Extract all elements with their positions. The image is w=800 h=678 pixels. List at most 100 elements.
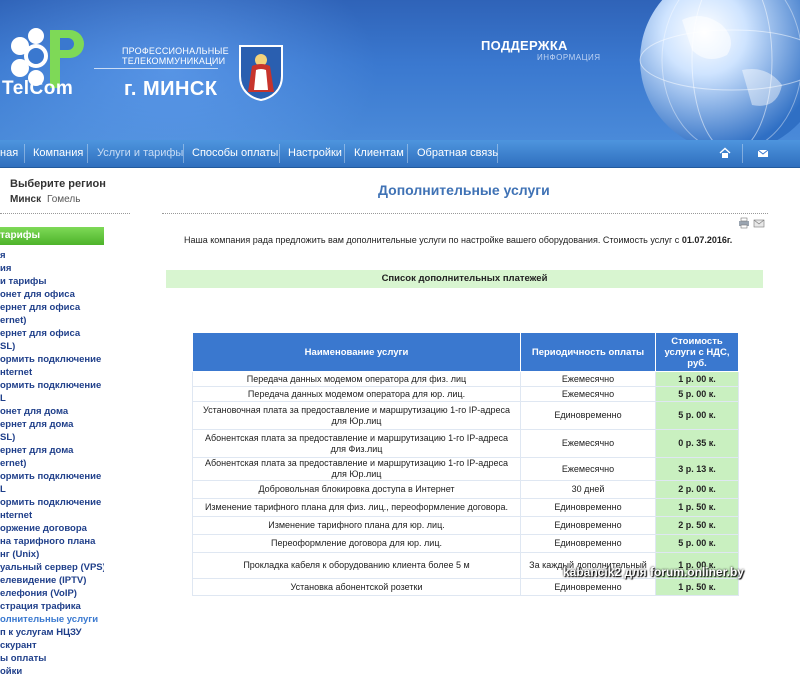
price-cell: 0 р. 35 к. (655, 429, 739, 458)
nav-separator (24, 144, 25, 163)
table-row: Переоформление договора для юр. лиц. Един… (192, 534, 739, 553)
table-row: Добровольная блокировка доступа в Интерн… (192, 480, 739, 499)
nav-item-feedback[interactable]: Обратная связь (417, 140, 498, 167)
sidebar-menu-item[interactable]: нг (Unix) (0, 548, 104, 561)
sidebar-menu-item[interactable]: я (0, 249, 104, 262)
services-table: Наименование услуги Периодичность оплаты… (192, 332, 739, 596)
title-divider (162, 213, 768, 214)
email-page-icon[interactable] (753, 217, 765, 229)
sidebar-menu-item[interactable]: ернет для офиса (0, 301, 104, 314)
intro-text: Наша компания рада предложить вам дополн… (184, 235, 732, 245)
nav-separator (279, 144, 280, 163)
service-name-cell: Переоформление договора для юр. лиц. (192, 534, 521, 553)
forum-watermark: kabancik2 для forum.onliner.by (563, 565, 744, 579)
main-nav: ная Компания Услуги и тарифы Способы опл… (0, 140, 800, 168)
service-name-cell: Установка абонентской розетки (192, 578, 521, 596)
sidebar-menu-item[interactable]: и тарифы (0, 275, 104, 288)
region-minsk[interactable]: Минск (10, 194, 41, 205)
sidebar-menu-item[interactable]: ормить подключение (0, 470, 104, 483)
nav-separator (183, 144, 184, 163)
minsk-crest-icon (239, 45, 283, 102)
sidebar-menu-item[interactable]: SL) (0, 340, 104, 353)
service-name-cell: Установочная плата за предоставление и м… (192, 401, 521, 430)
sidebar-menu-item[interactable]: елевидение (IPTV) (0, 574, 104, 587)
payment-period-cell: Единовременно (520, 516, 656, 535)
price-cell: 5 р. 00 к. (655, 534, 739, 553)
support-title[interactable]: ПОДДЕРЖКА (481, 38, 568, 53)
city-title: г. МИНСК (124, 78, 218, 100)
price-cell: 5 р. 00 к. (655, 401, 739, 430)
sidebar-menu-item[interactable]: онет для дома (0, 405, 104, 418)
sidebar-menu-item[interactable]: ормить подключение (0, 379, 104, 392)
service-name-cell: Передача данных модемом оператора для фи… (192, 371, 521, 387)
sidebar-menu-item[interactable]: оржение договора (0, 522, 104, 535)
tagline-line-1: ПРОФЕССИОНАЛЬНЫЕ (122, 46, 229, 56)
price-cell: 5 р. 00 к. (655, 386, 739, 402)
service-name-cell: Изменение тарифного плана для юр. лиц. (192, 516, 521, 535)
sidebar-menu-item[interactable]: онет для офиса (0, 288, 104, 301)
sidebar-menu-item[interactable]: на тарифного плана (0, 535, 104, 548)
service-name-cell: Абонентская плата за предоставление и ма… (192, 457, 521, 481)
tariffs-heading: тарифы (0, 227, 104, 245)
sidebar-menu-item[interactable]: ия (0, 262, 104, 275)
price-cell: 2 р. 50 к. (655, 516, 739, 535)
table-row: Изменение тарифного плана для юр. лиц. Ед… (192, 516, 739, 535)
sidebar-menu-item[interactable]: олнительные услуги (0, 613, 104, 626)
region-gomel[interactable]: Гомель (47, 194, 80, 205)
payment-period-cell: Ежемесячно (520, 371, 656, 387)
sidebar-menu-item[interactable]: нternet (0, 509, 104, 522)
sidebar-menu-item[interactable]: ернет для дома (0, 418, 104, 431)
sidebar-menu-item[interactable]: SL) (0, 431, 104, 444)
sidebar-menu-item[interactable]: ernet) (0, 457, 104, 470)
col-header-service: Наименование услуги (192, 332, 521, 372)
sidebar-menu-item[interactable]: ормить подключение (0, 353, 104, 366)
sidebar-menu-item[interactable]: скурант (0, 639, 104, 652)
service-name-cell: Абонентская плата за предоставление и ма… (192, 429, 521, 458)
sidebar-menu-item[interactable]: ойки (0, 665, 104, 678)
payment-period-cell: Единовременно (520, 534, 656, 553)
sidebar-menu-item[interactable]: уальный сервер (VPS) (0, 561, 104, 574)
mail-icon[interactable] (756, 146, 770, 160)
table-row: Изменение тарифного плана для физ. лиц.,… (192, 498, 739, 517)
home-icon[interactable] (718, 146, 732, 160)
table-row: Передача данных модемом оператора для юр… (192, 386, 739, 402)
region-title: Выберите регион (10, 178, 106, 190)
payment-period-cell: Единовременно (520, 498, 656, 517)
nav-separator (344, 144, 345, 163)
sidebar-menu-item[interactable]: ernet) (0, 314, 104, 327)
sidebar-menu-item[interactable]: L (0, 483, 104, 496)
table-row: Передача данных модемом оператора для фи… (192, 371, 739, 387)
payment-period-cell: 30 дней (520, 480, 656, 499)
nav-item-payment[interactable]: Способы оплаты (192, 140, 278, 167)
tagline-line-2: ТЕЛЕКОММУНИКАЦИИ (122, 56, 226, 66)
tagline-divider (94, 68, 218, 69)
print-icon[interactable] (738, 217, 750, 229)
nav-item-services[interactable]: Услуги и тарифы (97, 140, 183, 167)
price-cell: 1 р. 00 к. (655, 371, 739, 387)
service-name-cell: Добровольная блокировка доступа в Интерн… (192, 480, 521, 499)
price-cell: 1 р. 50 к. (655, 498, 739, 517)
sidebar-menu-item[interactable]: п к услугам НЦЗУ (0, 626, 104, 639)
service-name-cell: Изменение тарифного плана для физ. лиц.,… (192, 498, 521, 517)
col-header-price: Стоимость услуги с НДС, руб. (655, 332, 739, 372)
nav-item-clients[interactable]: Клиентам (354, 140, 404, 167)
table-row: Установочная плата за предоставление и м… (192, 401, 739, 430)
nav-item-company[interactable]: Компания (33, 140, 83, 167)
sidebar-menu-item[interactable]: ормить подключение (0, 496, 104, 509)
intro-date: 01.07.2016г. (681, 235, 733, 245)
sidebar-menu-item[interactable]: ернет для офиса (0, 327, 104, 340)
table-row: Абонентская плата за предоставление и ма… (192, 429, 739, 458)
sidebar-menu-item[interactable]: ернет для дома (0, 444, 104, 457)
sidebar-menu-item[interactable]: L (0, 392, 104, 405)
service-name-cell: Прокладка кабеля к оборудованию клиента … (192, 552, 521, 579)
sidebar-menu-item[interactable]: нternet (0, 366, 104, 379)
sidebar-divider (0, 213, 130, 214)
intro-text-body: Наша компания рада предложить вам дополн… (184, 235, 682, 245)
price-cell: 1 р. 50 к. (655, 578, 739, 596)
sidebar-menu-item[interactable]: ы оплаты (0, 652, 104, 665)
nav-separator (497, 144, 498, 163)
tagline: ПРОФЕССИОНАЛЬНЫЕ ТЕЛЕКОММУНИКАЦИИ (122, 46, 229, 66)
sidebar-menu-item[interactable]: страция трафика (0, 600, 104, 613)
nav-item-settings[interactable]: Настройки (288, 140, 342, 167)
nav-item-home-page[interactable]: ная (0, 140, 18, 167)
